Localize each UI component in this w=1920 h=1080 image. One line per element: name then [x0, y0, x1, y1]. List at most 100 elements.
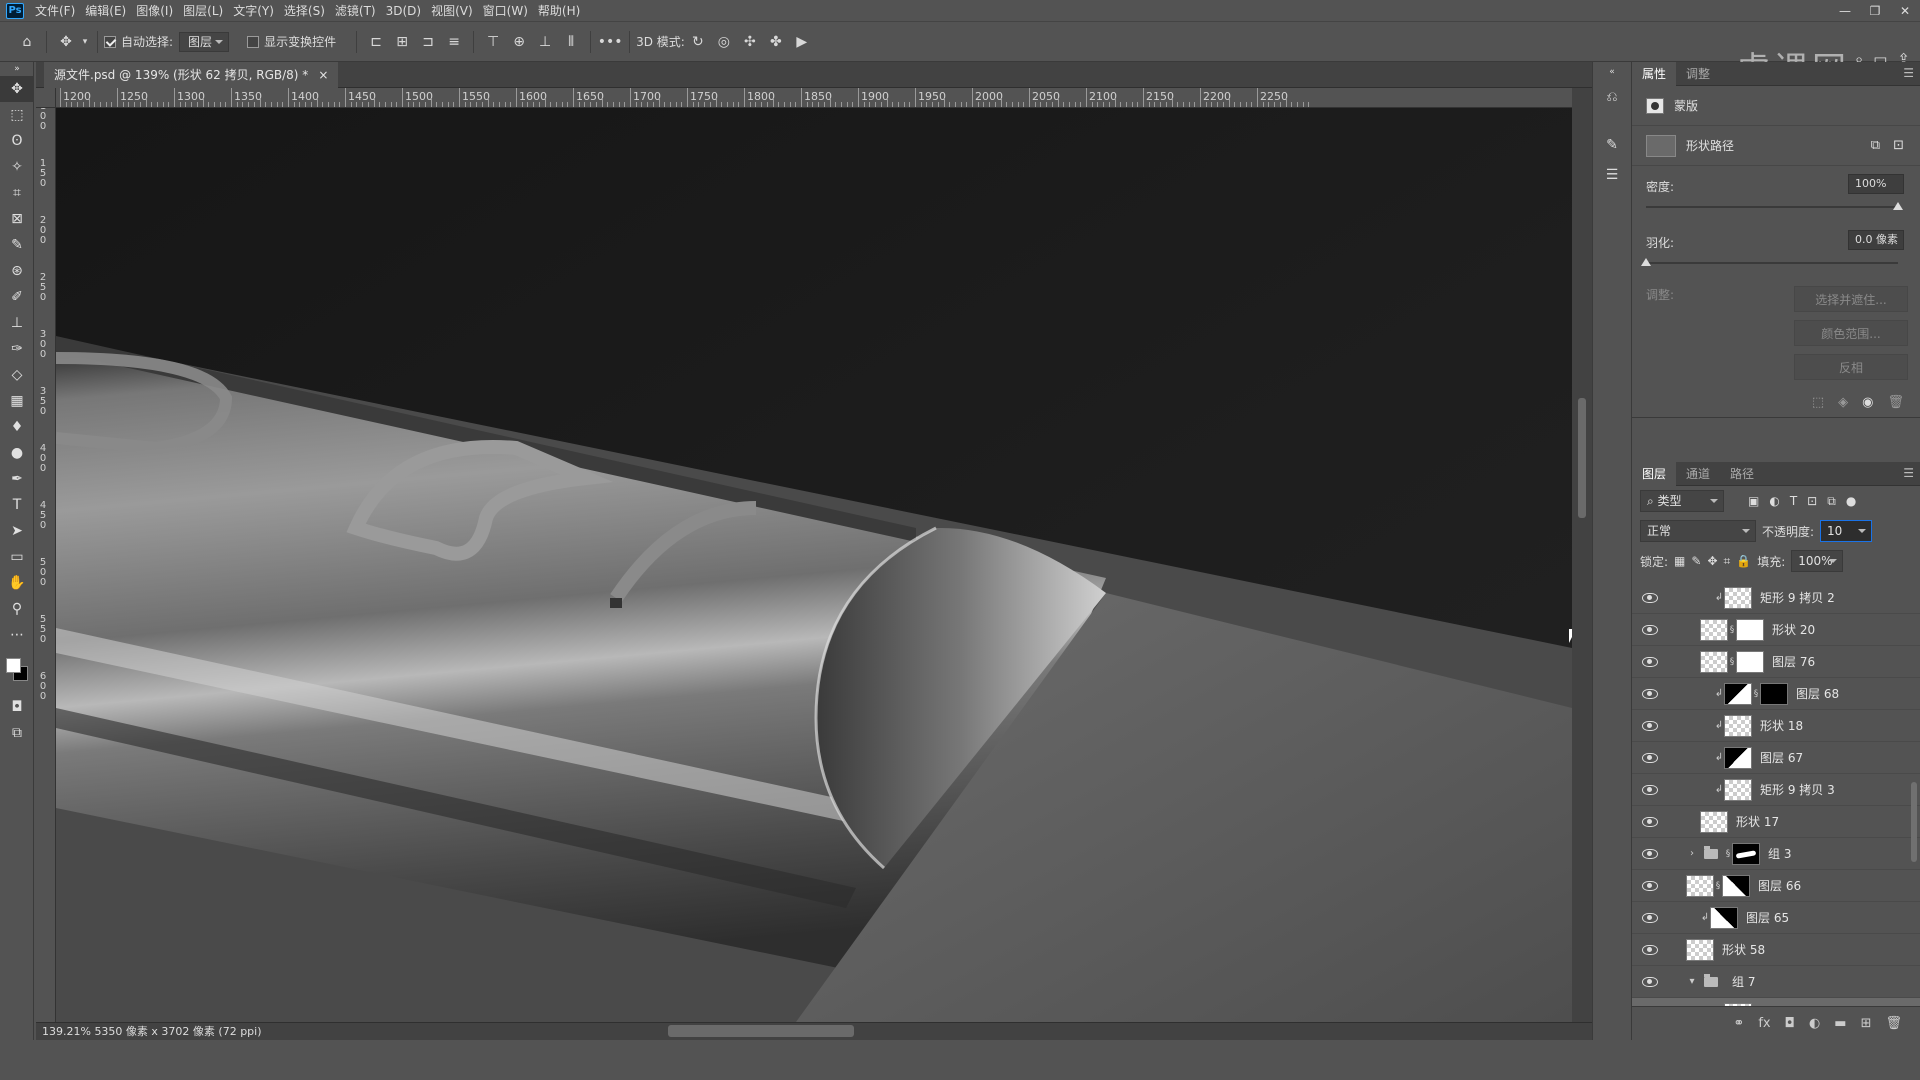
panel-menu-icon[interactable]: ☰	[1903, 466, 1914, 480]
tab-paths[interactable]: 路径	[1720, 462, 1764, 486]
invert-button[interactable]: 反相	[1794, 354, 1908, 380]
select-and-mask-button[interactable]: 选择并遮住...	[1794, 286, 1908, 312]
menu-filter[interactable]: 滤镜(T)	[330, 0, 381, 22]
auto-select-target-dropdown[interactable]: 图层	[179, 31, 230, 52]
layer-row[interactable]: 形状 58	[1632, 934, 1920, 966]
collapse-dock-icon[interactable]: «	[1593, 62, 1631, 82]
menu-select[interactable]: 选择(S)	[279, 0, 330, 22]
visibility-icon[interactable]: ◉	[1862, 395, 1873, 410]
path-select-icon[interactable]: ➤	[0, 518, 34, 544]
visibility-eye-icon[interactable]	[1642, 592, 1658, 603]
marquee-icon[interactable]: ⬚	[0, 102, 34, 128]
layer-row[interactable]: § 图层 66	[1632, 870, 1920, 902]
tab-properties[interactable]: 属性	[1632, 61, 1677, 86]
layer-row[interactable]: ↲ § 图层 68	[1632, 678, 1920, 710]
layer-row[interactable]: ↲ 矩形 9 拷贝 2	[1632, 582, 1920, 614]
density-input[interactable]: 100%	[1848, 174, 1904, 194]
minimize-button[interactable]: —	[1830, 0, 1860, 22]
more-options-icon[interactable]: •••	[597, 29, 623, 55]
filter-toggle-icon[interactable]: ●	[1846, 494, 1856, 509]
visibility-eye-icon[interactable]	[1642, 848, 1658, 859]
layer-row[interactable]: ↲形状 62 拷贝	[1632, 998, 1920, 1006]
close-button[interactable]: ✕	[1890, 0, 1920, 22]
link-icon[interactable]: §	[1714, 881, 1722, 891]
layer-thumbnail[interactable]	[1724, 586, 1752, 609]
layer-row[interactable]: ↲ 形状 18	[1632, 710, 1920, 742]
layer-thumbnail[interactable]	[1724, 682, 1752, 705]
layer-row[interactable]: ↲ 矩形 9 拷贝 3	[1632, 774, 1920, 806]
visibility-eye-icon[interactable]	[1642, 752, 1658, 763]
layer-thumbnail[interactable]	[1686, 938, 1714, 961]
collapse-toolbar-icon[interactable]: »	[0, 62, 34, 76]
feather-slider-track[interactable]	[1646, 262, 1898, 264]
link-icon[interactable]: §	[1752, 689, 1760, 699]
apply-mask-icon[interactable]: ◈	[1838, 395, 1848, 410]
layer-thumbnail[interactable]	[1710, 906, 1738, 929]
chevron-down-icon[interactable]: ▾	[1686, 976, 1698, 987]
layer-mask-thumbnail[interactable]	[1732, 842, 1760, 865]
visibility-eye-icon[interactable]	[1642, 624, 1658, 635]
pen-icon[interactable]: ✒	[0, 466, 34, 492]
chevron-right-icon[interactable]: ›	[1686, 848, 1698, 859]
layer-thumbnail[interactable]	[1700, 650, 1728, 673]
align-middle-icon[interactable]: ⊕	[506, 29, 532, 55]
density-slider-knob[interactable]	[1893, 202, 1903, 210]
visibility-eye-icon[interactable]	[1642, 784, 1658, 795]
scroll-thumb[interactable]	[1911, 782, 1917, 862]
layer-row[interactable]: ↲ 图层 65	[1632, 902, 1920, 934]
new-layer-icon[interactable]: ⊞	[1861, 1016, 1872, 1031]
mask-icon[interactable]: ◘	[1785, 1016, 1795, 1031]
show-transform-checkbox[interactable]	[247, 35, 260, 48]
zoom-icon[interactable]: ⚲	[0, 596, 34, 622]
magic-wand-icon[interactable]: ✧	[0, 154, 34, 180]
layer-thumbnail[interactable]	[1724, 778, 1752, 801]
eraser-icon[interactable]: ◇	[0, 362, 34, 388]
menu-edit[interactable]: 编辑(E)	[80, 0, 131, 22]
document-tab[interactable]: 源文件.psd @ 139% (形状 62 拷贝, RGB/8) * ×	[44, 62, 339, 88]
scroll-thumb[interactable]	[1578, 398, 1586, 518]
align-center-icon[interactable]: ⊞	[389, 29, 415, 55]
slide-3d-icon[interactable]: ✤	[763, 29, 789, 55]
lock-image-icon[interactable]: ✎	[1691, 554, 1701, 568]
blend-mode-dropdown[interactable]: 正常	[1640, 520, 1756, 542]
layer-row[interactable]: § 形状 20	[1632, 614, 1920, 646]
visibility-eye-icon[interactable]	[1642, 720, 1658, 731]
select-pixel-mask-icon[interactable]: ⧉	[1871, 138, 1880, 153]
chevron-down-icon[interactable]: ▾	[79, 29, 91, 55]
auto-select-toggle[interactable]: 自动选择:	[104, 33, 173, 50]
visibility-eye-icon[interactable]	[1642, 688, 1658, 699]
blur-icon[interactable]: ♦	[0, 414, 34, 440]
layer-mask-thumbnail[interactable]	[1736, 618, 1764, 641]
menu-layer[interactable]: 图层(L)	[178, 0, 228, 22]
layer-row[interactable]: ▾ 组 7	[1632, 966, 1920, 998]
layer-row[interactable]: ↲ 图层 67	[1632, 742, 1920, 774]
restore-button[interactable]: ❐	[1860, 0, 1890, 22]
move-tool-preset-icon[interactable]: ✥	[53, 29, 79, 55]
canvas-horizontal-scroll-thumb[interactable]	[668, 1025, 854, 1037]
document-canvas[interactable]	[56, 108, 1572, 1022]
layers-scrollbar[interactable]	[1910, 582, 1918, 1006]
roll-3d-icon[interactable]: ◎	[711, 29, 737, 55]
distribute-icon[interactable]: ≡	[441, 29, 467, 55]
smart-object-filter-icon[interactable]: ⧉	[1827, 494, 1836, 509]
align-left-icon[interactable]: ⊏	[363, 29, 389, 55]
canvas-vertical-scrollbar[interactable]	[1572, 88, 1592, 1022]
visibility-eye-icon[interactable]	[1642, 944, 1658, 955]
visibility-eye-icon[interactable]	[1642, 912, 1658, 923]
link-icon[interactable]: §	[1724, 849, 1732, 859]
align-top-icon[interactable]: ⊤	[480, 29, 506, 55]
heal-icon[interactable]: ⊛	[0, 258, 34, 284]
layer-row[interactable]: § 图层 76	[1632, 646, 1920, 678]
vector-mask-icon[interactable]: ⊡	[1893, 138, 1904, 153]
layer-row[interactable]: 形状 17	[1632, 806, 1920, 838]
more-tools-icon[interactable]: ⋯	[0, 622, 34, 648]
dodge-icon[interactable]: ●	[0, 440, 34, 466]
visibility-eye-icon[interactable]	[1642, 816, 1658, 827]
layer-thumbnail[interactable]	[1724, 746, 1752, 769]
lock-transparent-icon[interactable]: ▦	[1674, 554, 1685, 568]
layer-thumbnail[interactable]	[1724, 714, 1752, 737]
lock-position-icon[interactable]: ✥	[1707, 554, 1717, 568]
gradient-icon[interactable]: ▦	[0, 388, 34, 414]
menu-window[interactable]: 窗口(W)	[478, 0, 533, 22]
drag-3d-icon[interactable]: ✣	[737, 29, 763, 55]
